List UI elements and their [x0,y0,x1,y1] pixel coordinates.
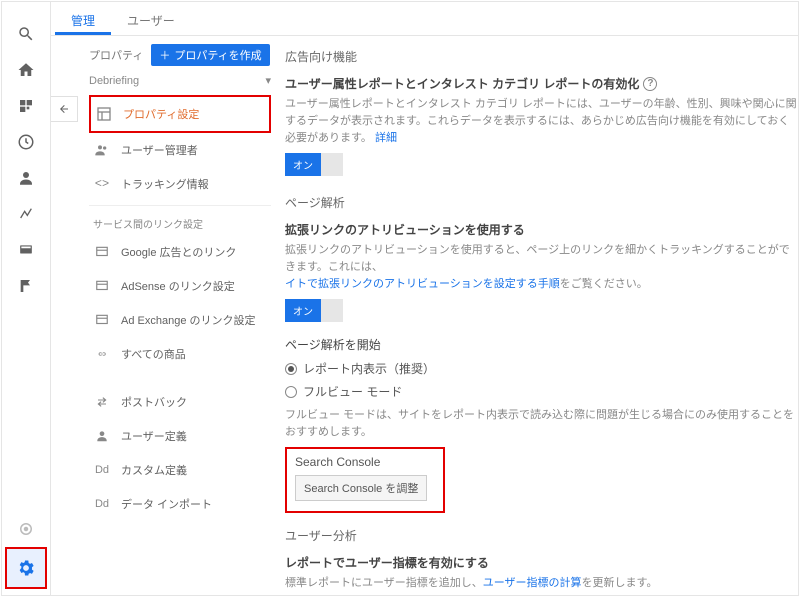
create-property-label: プロパティを作成 [174,47,261,63]
tab-users[interactable]: ユーザー [111,2,191,35]
detail-link[interactable]: 詳細 [375,132,397,144]
realtime-icon[interactable] [2,124,50,160]
postback-icon [93,393,111,411]
property-label: プロパティ [89,47,143,63]
demo-desc: ユーザー属性レポートとインタレスト カテゴリ レポートには、ユーザーの年齢、性別… [285,96,798,147]
dd-icon: Dd [93,495,111,513]
help-icon[interactable]: ? [643,77,657,91]
enh-toggle[interactable]: オン [285,299,343,322]
sidebar-item-label: トラッキング情報 [121,176,209,192]
user-metrics-desc: 標準レポートにユーザー指標を追加し、ユーザー指標の計算を更新します。 [285,575,798,592]
sidebar-item-postback[interactable]: ポストバック [89,385,271,419]
radio-fullview[interactable]: フルビュー モード [285,380,798,403]
sidebar-item-label: すべての商品 [121,346,186,362]
sidebar-item-label: カスタム定義 [121,462,187,478]
sidebar-item-label: ユーザー管理者 [121,142,198,158]
property-column: プロパティ ＋ プロパティを作成 Debriefing ▾ プロパティ設定 [89,44,271,595]
users-icon [93,141,111,159]
sidebar-item-google-ads[interactable]: Google 広告とのリンク [89,235,271,269]
admin-gear-highlight[interactable] [5,547,47,589]
sidebar-item-data-import[interactable]: Dd データ インポート [89,487,271,521]
dd-icon: Dd [93,461,111,479]
conversions-icon[interactable] [2,268,50,304]
sidebar-item-tracking[interactable]: <> トラッキング情報 [89,167,271,201]
link-icon [93,277,111,295]
user-icon [93,427,111,445]
page-analysis-heading: ページ解析 [285,194,798,211]
layout-icon [95,105,113,123]
search-console-highlight: Search Console Search Console を調整 [285,447,445,513]
sidebar-item-label: AdSense のリンク設定 [121,278,235,294]
settings-panel: 広告向け機能 ユーザー属性レポートとインタレスト カテゴリ レポートの有効化 ?… [271,44,798,595]
sidebar-item-custom-def[interactable]: Dd カスタム定義 [89,453,271,487]
toggle-on-label: オン [285,299,321,322]
sidebar-item-user-admin[interactable]: ユーザー管理者 [89,133,271,167]
left-rail [2,2,51,595]
demo-title-text: ユーザー属性レポートとインタレスト カテゴリ レポートの有効化 [285,75,639,92]
link-group-label: サービス間のリンク設定 [89,205,271,235]
user-analysis-heading: ユーザー分析 [285,527,798,544]
start-title: ページ解析を開始 [285,336,798,353]
user-metrics-link[interactable]: ユーザー指標の計算 [483,577,582,589]
sidebar-item-label: Google 広告とのリンク [121,244,236,260]
enh-desc: 拡張リンクのアトリビューションを使用すると、ページ上のリンクを細かくトラッキング… [285,242,798,293]
dashboard-icon[interactable] [2,88,50,124]
main-area: 管理 ユーザー プロパティ ＋ プロパティを作成 Debriefing ▾ [51,2,798,595]
property-selector[interactable]: Debriefing ▾ [89,70,271,95]
radio-label: フルビュー モード [303,383,402,400]
acquisition-icon[interactable] [2,196,50,232]
ads-heading: 広告向け機能 [285,48,798,65]
discover-icon[interactable] [2,511,50,547]
sidebar-item-label: データ インポート [121,496,212,512]
search-icon[interactable] [2,16,50,52]
radio-icon [285,386,297,398]
link-icon [93,311,111,329]
sidebar-item-label: ポストバック [121,394,187,410]
back-button[interactable] [51,96,78,122]
demo-toggle[interactable]: オン [285,153,343,176]
enh-link[interactable]: イトで拡張リンクのアトリビューションを設定する手順 [285,278,560,290]
sidebar-item-label: ユーザー定義 [121,428,187,444]
behavior-icon[interactable] [2,232,50,268]
home-icon[interactable] [2,52,50,88]
link-icon [93,243,111,261]
radio-in-report[interactable]: レポート内表示（推奨） [285,357,798,380]
enh-title: 拡張リンクのアトリビューションを使用する [285,221,798,238]
tab-bar: 管理 ユーザー [51,2,798,36]
link-chain-icon [93,345,111,363]
sidebar-item-user-def[interactable]: ユーザー定義 [89,419,271,453]
create-property-button[interactable]: ＋ プロパティを作成 [151,44,269,66]
sidebar-item-all-products[interactable]: すべての商品 [89,337,271,371]
sidebar-item-adsense[interactable]: AdSense のリンク設定 [89,269,271,303]
toggle-on-label: オン [285,153,321,176]
user-metrics-title: レポートでユーザー指標を有効にする [285,554,798,571]
demo-title: ユーザー属性レポートとインタレスト カテゴリ レポートの有効化 ? [285,75,798,92]
fullview-desc: フルビュー モードは、サイトをレポート内表示で読み込む際に問題が生じる場合にのみ… [285,407,798,441]
sidebar-item-adexchange[interactable]: Ad Exchange のリンク設定 [89,303,271,337]
sidebar-item-property-settings[interactable]: プロパティ設定 [89,95,271,133]
sidebar-item-label: プロパティ設定 [123,106,199,122]
radio-label: レポート内表示（推奨） [303,360,435,377]
sidebar-item-label: Ad Exchange のリンク設定 [121,312,256,328]
audience-icon[interactable] [2,160,50,196]
plus-icon: ＋ [159,47,170,63]
sc-heading: Search Console [295,455,435,469]
tab-admin[interactable]: 管理 [55,2,111,35]
code-icon: <> [93,175,111,193]
radio-icon [285,363,297,375]
property-name: Debriefing [89,75,139,87]
sc-adjust-button[interactable]: Search Console を調整 [295,475,427,501]
